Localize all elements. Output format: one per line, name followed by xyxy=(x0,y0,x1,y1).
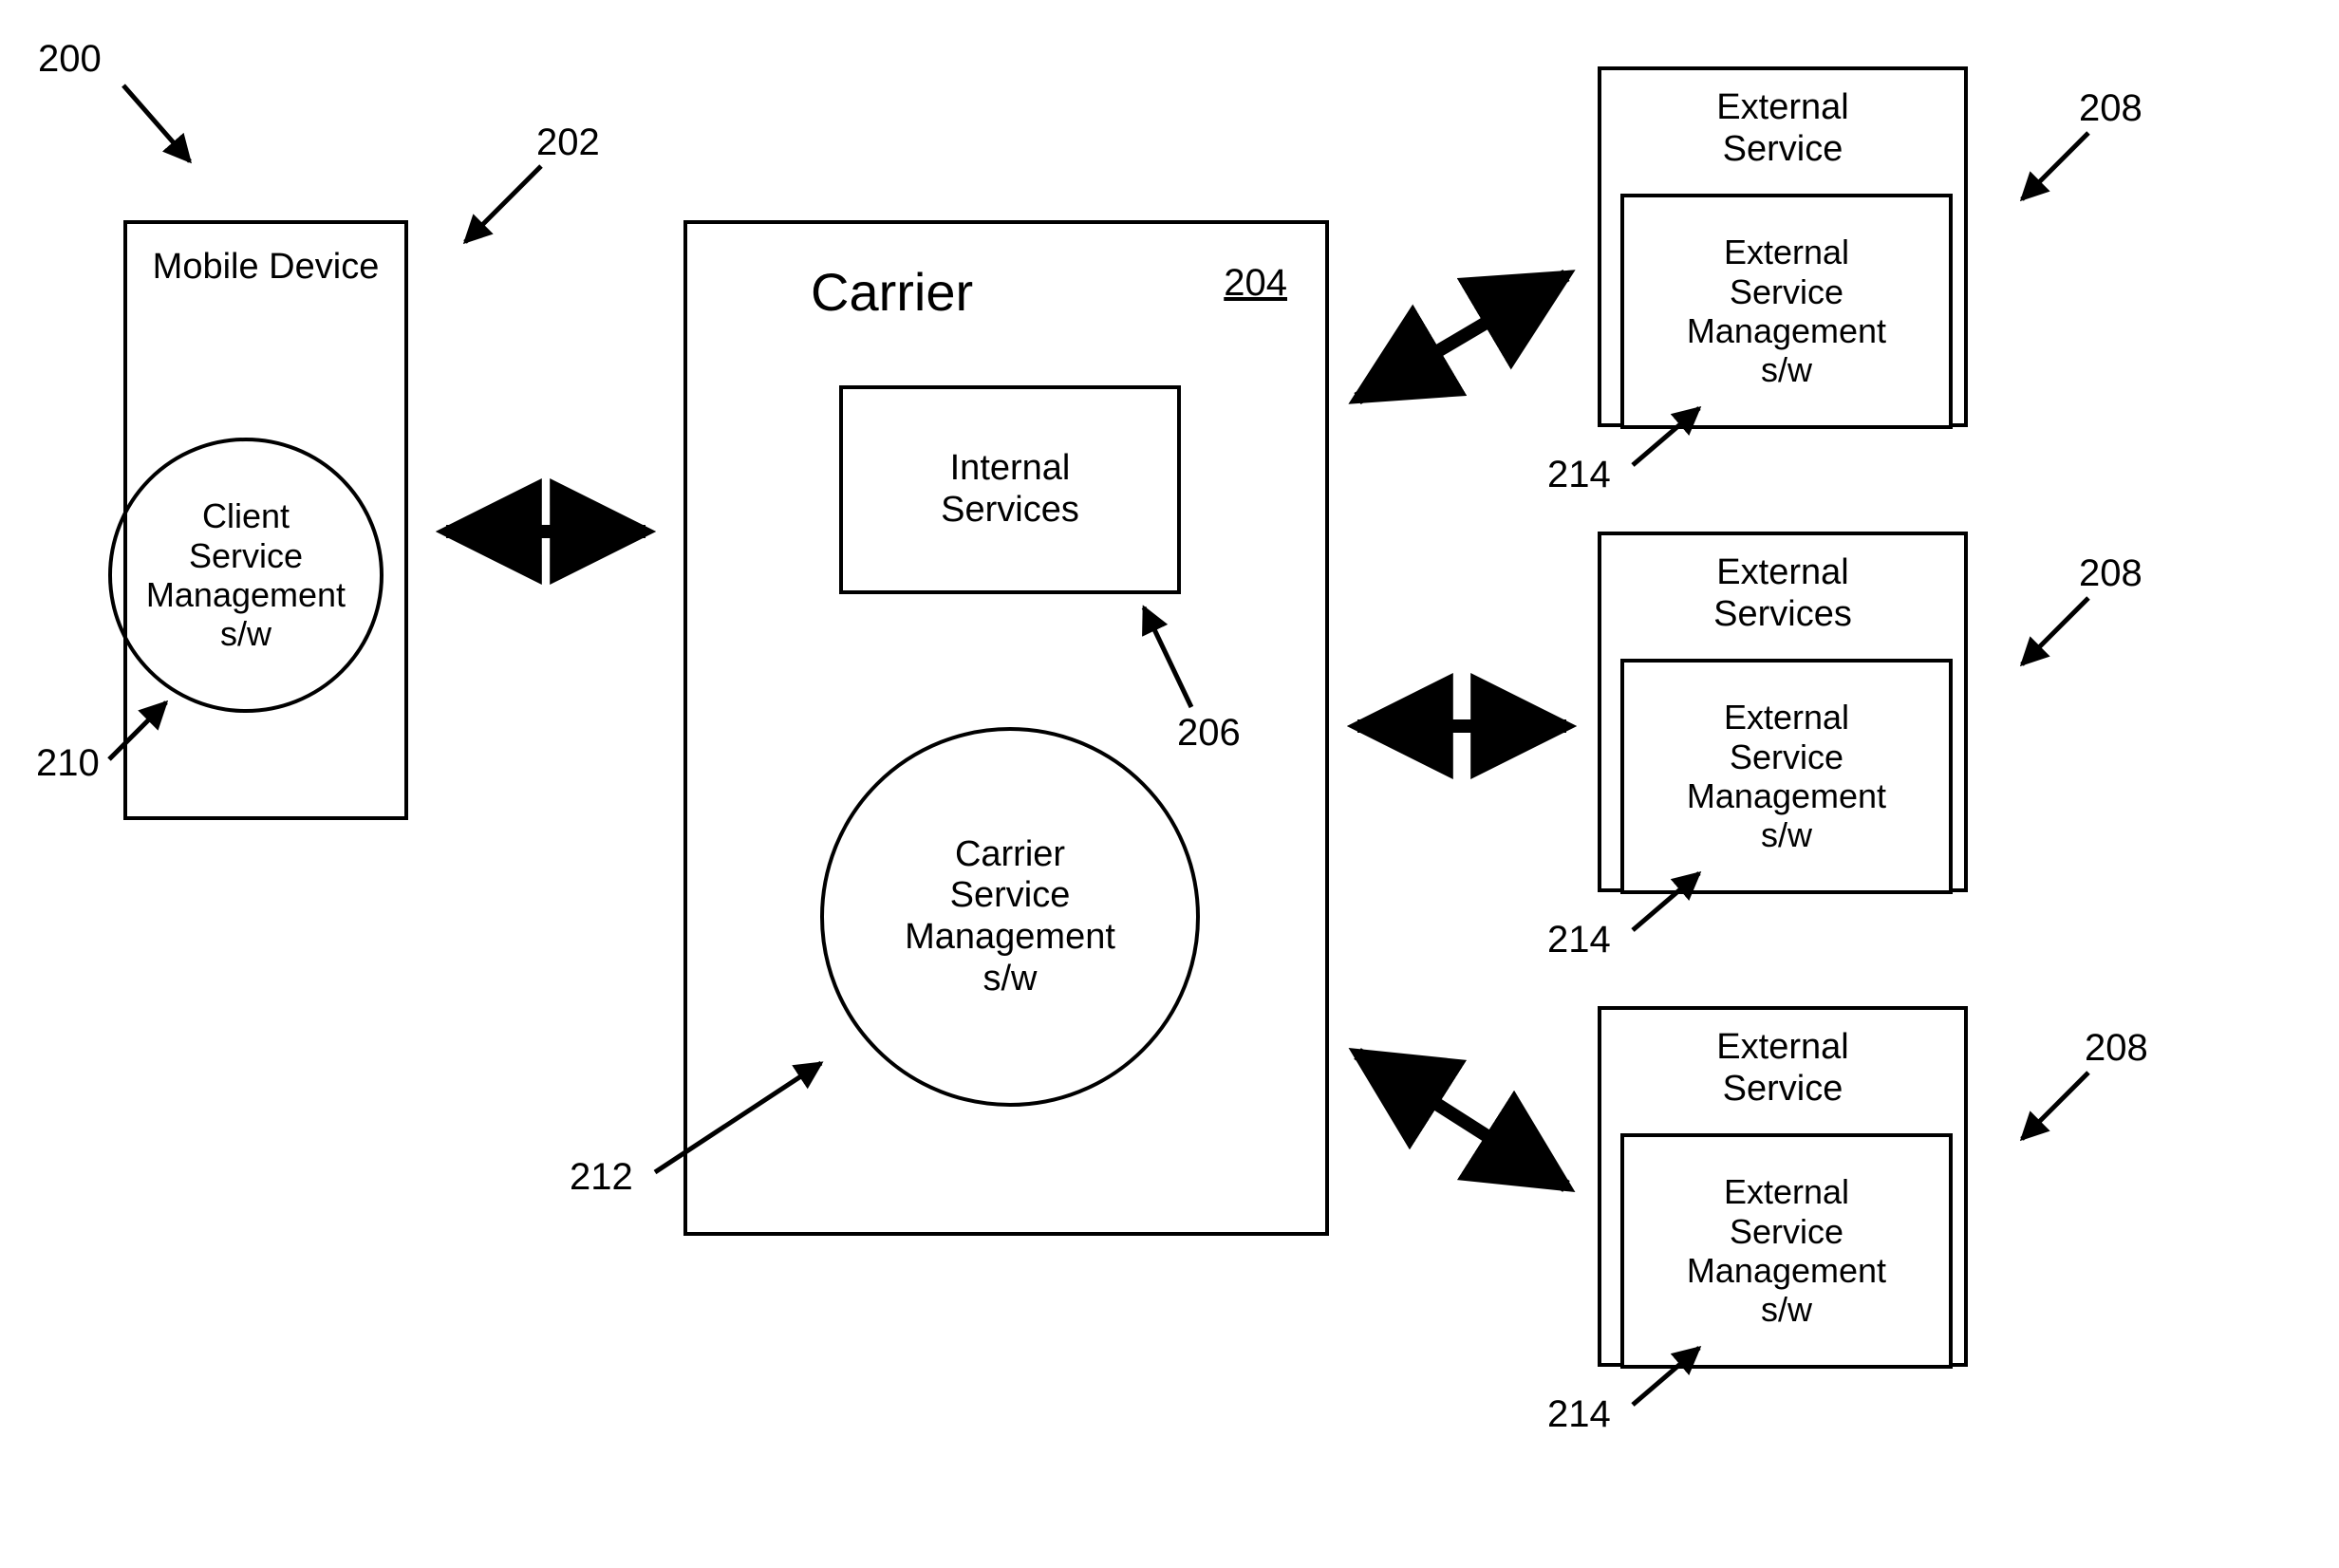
arrows-overlay xyxy=(0,0,2339,1568)
